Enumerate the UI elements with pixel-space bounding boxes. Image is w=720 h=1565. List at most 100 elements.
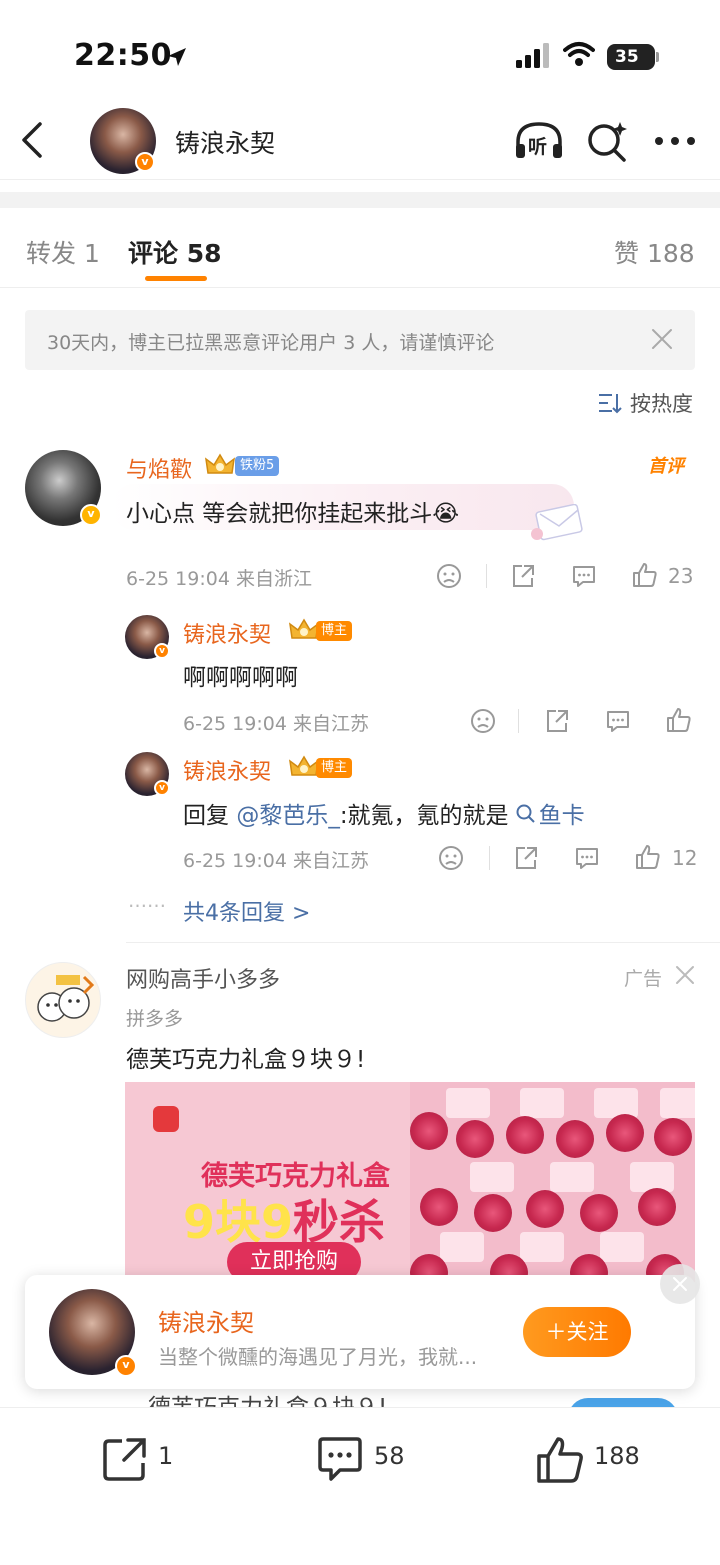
mention-link[interactable]: @黎芭乐_	[236, 803, 340, 829]
battery-level: 35	[615, 47, 639, 67]
ad-banner-image[interactable]: 德芙巧克力礼盒 9块9秒杀 立即抢购	[125, 1082, 695, 1282]
sort-label: 按热度	[630, 392, 693, 416]
product-box	[446, 1088, 490, 1118]
verified-badge-icon: v	[80, 504, 102, 526]
author-badge: 博主	[316, 621, 353, 641]
reply-icon[interactable]	[571, 563, 597, 589]
close-icon	[673, 1277, 687, 1291]
notice-text: 30天内，博主已拉黑恶意评论用户 3 人，请谨慎评论	[47, 332, 495, 354]
reply-icon[interactable]	[574, 845, 600, 871]
pinduoduo-logo-icon	[153, 1106, 179, 1132]
cartoon-mascot-icon	[37, 975, 95, 1022]
commenter-username[interactable]: 与焰歡	[126, 452, 192, 484]
bottom-action-bar: 1 58 188	[0, 1407, 720, 1565]
ad-account-name[interactable]: 网购高手小多多	[126, 962, 280, 994]
chocolate-image	[420, 1188, 458, 1226]
ad-label: 广告	[624, 968, 663, 990]
author-bio: 当整个微醺的海遇见了月光，我就...	[158, 1345, 478, 1369]
comment-text: 小心点 等会就把你挂起来批斗😭	[126, 501, 460, 527]
battery-indicator: 35	[607, 44, 655, 70]
comment-button[interactable]: 58	[316, 1436, 416, 1484]
tab-reposts[interactable]: 转发 1	[26, 234, 100, 270]
ad-source: 拼多多	[126, 1008, 184, 1030]
wifi-icon	[563, 42, 595, 66]
reply-username[interactable]: 铸浪永契	[183, 617, 271, 649]
like-count: 23	[668, 564, 694, 588]
action-separator	[518, 709, 519, 733]
like-icon[interactable]	[635, 844, 661, 870]
topic-link[interactable]: 鱼卡	[539, 803, 585, 829]
tab-likes[interactable]: 赞 188	[614, 234, 695, 270]
product-box	[520, 1088, 564, 1118]
tab-bar: 转发 1 评论 58 赞 188	[0, 210, 720, 288]
verified-badge-icon: v	[154, 780, 170, 796]
close-icon[interactable]	[674, 964, 696, 986]
share-icon[interactable]	[510, 563, 536, 589]
product-box	[660, 1088, 695, 1118]
more-options-icon[interactable]	[654, 136, 696, 146]
ad-product-grid	[410, 1082, 695, 1282]
like-count: 12	[672, 846, 698, 870]
chocolate-image	[526, 1190, 564, 1228]
listen-label: 听	[528, 136, 548, 158]
dislike-face-icon[interactable]	[470, 708, 496, 734]
dislike-face-icon[interactable]	[438, 845, 464, 871]
author-name[interactable]: 铸浪永契	[158, 1303, 254, 1338]
blocklist-notice: 30天内，博主已拉黑恶意评论用户 3 人，请谨慎评论	[25, 310, 695, 370]
sort-icon	[599, 394, 622, 414]
repost-icon	[103, 1438, 146, 1481]
like-icon[interactable]	[666, 707, 692, 733]
crown-icon	[289, 755, 319, 776]
product-box	[520, 1232, 564, 1262]
chocolate-image	[556, 1120, 594, 1158]
chocolate-image	[506, 1116, 544, 1154]
status-bar: 22:50 35	[0, 0, 720, 100]
like-count: 188	[594, 1442, 640, 1470]
ad-price: 9块9	[183, 1195, 294, 1249]
tab-comments[interactable]: 评论 58	[128, 234, 222, 270]
first-comment-label: 首评	[648, 456, 684, 477]
follow-button[interactable]: ＋关注	[523, 1307, 631, 1357]
author-name[interactable]: 铸浪永契	[175, 124, 275, 160]
action-separator	[489, 846, 490, 870]
close-card-button[interactable]	[660, 1264, 700, 1304]
search-icon[interactable]	[586, 120, 628, 162]
reply-prefix: 回复	[183, 803, 237, 829]
follow-author-card: v 铸浪永契 当整个微醺的海遇见了月光，我就... ＋关注	[25, 1275, 695, 1389]
ad-avatar[interactable]	[25, 962, 101, 1038]
topic-search-icon	[516, 804, 535, 823]
reply-meta: 6-25 19:04 来自江苏	[183, 850, 369, 872]
share-icon[interactable]	[513, 845, 539, 871]
product-box	[600, 1232, 644, 1262]
comment-count: 58	[374, 1442, 405, 1470]
ad-title: 德芙巧克力礼盒９块９!	[126, 1047, 366, 1073]
battery-cap	[656, 52, 659, 62]
comment-divider	[126, 942, 720, 943]
chocolate-image	[654, 1118, 692, 1156]
crown-icon	[289, 618, 319, 639]
product-box	[470, 1162, 514, 1192]
product-box	[440, 1232, 484, 1262]
back-arrow-icon[interactable]	[18, 120, 48, 160]
chocolate-image	[606, 1114, 644, 1152]
reply-username[interactable]: 铸浪永契	[183, 754, 271, 786]
view-all-replies-link[interactable]: 共4条回复 >	[183, 895, 310, 927]
share-icon[interactable]	[544, 708, 570, 734]
chocolate-image	[638, 1188, 676, 1226]
like-button[interactable]: 188	[536, 1436, 656, 1484]
action-separator	[486, 564, 487, 588]
listen-button[interactable]: 听	[514, 120, 564, 160]
product-box	[594, 1088, 638, 1118]
top-nav-bar: v 铸浪永契 听	[0, 100, 720, 180]
reply-icon[interactable]	[605, 708, 631, 734]
thumbs-up-icon	[537, 1437, 583, 1483]
dislike-face-icon[interactable]	[436, 563, 462, 589]
repost-button[interactable]: 1	[102, 1436, 182, 1484]
section-gap	[0, 192, 720, 208]
verified-badge-icon: v	[135, 152, 155, 172]
chocolate-image	[474, 1194, 512, 1232]
comment-meta: 6-25 19:04 来自浙江	[126, 568, 312, 590]
close-icon[interactable]	[651, 328, 673, 350]
like-icon[interactable]	[632, 562, 658, 588]
author-badge: 博主	[316, 758, 353, 778]
